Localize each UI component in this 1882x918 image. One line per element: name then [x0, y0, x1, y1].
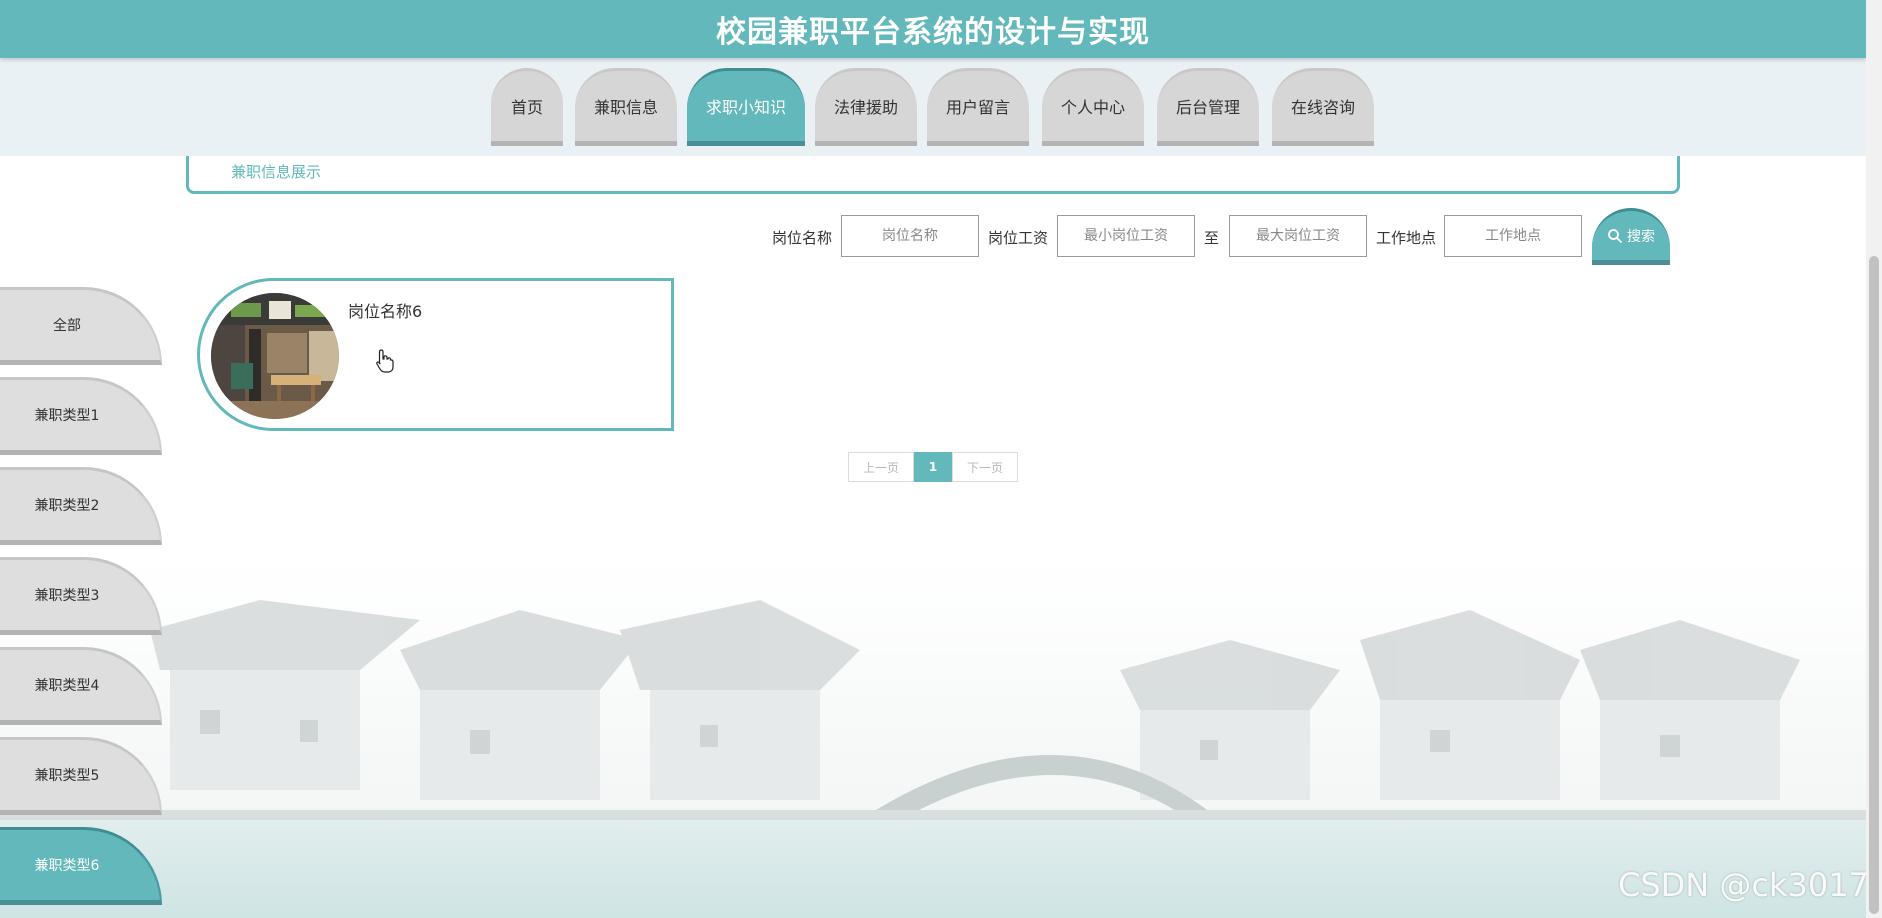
nav-tab-home[interactable]: 首页: [491, 68, 563, 146]
max-salary-input[interactable]: [1229, 215, 1367, 257]
job-title: 岗位名称6: [348, 302, 423, 321]
scrollbar-thumb[interactable]: [1869, 256, 1879, 914]
nav-tab-online-consult[interactable]: 在线咨询: [1272, 68, 1374, 146]
min-salary-input[interactable]: [1057, 215, 1195, 257]
nav-tab-admin[interactable]: 后台管理: [1157, 68, 1259, 146]
salary-range-separator: 至: [1204, 229, 1220, 247]
main-nav: 首页 兼职信息 求职小知识 法律援助 用户留言 个人中心 后台管理 在线咨询: [0, 58, 1866, 156]
page-1-button[interactable]: 1: [914, 452, 952, 482]
breadcrumb: 兼职信息展示: [231, 163, 322, 181]
background-scenery: [0, 560, 1866, 918]
category-type-1[interactable]: 兼职类型1: [0, 377, 162, 455]
location-input[interactable]: [1444, 215, 1582, 257]
job-name-label: 岗位名称: [772, 229, 833, 247]
scrollbar[interactable]: [1866, 0, 1882, 918]
job-thumbnail: [211, 293, 339, 419]
next-page-button[interactable]: 下一页: [952, 452, 1018, 482]
nav-tab-personal-center[interactable]: 个人中心: [1042, 68, 1144, 146]
search-button[interactable]: 搜索: [1592, 208, 1670, 265]
prev-page-button[interactable]: 上一页: [848, 452, 914, 482]
search-icon: [1608, 228, 1622, 243]
nav-tab-legal-aid[interactable]: 法律援助: [815, 68, 917, 146]
salary-label: 岗位工资: [988, 229, 1049, 247]
search-button-label: 搜索: [1627, 228, 1655, 245]
nav-tab-user-messages[interactable]: 用户留言: [927, 68, 1029, 146]
category-all[interactable]: 全部: [0, 287, 162, 365]
pagination: 上一页 1 下一页: [848, 452, 1018, 482]
breadcrumb-panel: 兼职信息展示: [186, 156, 1680, 194]
category-type-2[interactable]: 兼职类型2: [0, 467, 162, 545]
watermark: CSDN @ck3017: [1618, 866, 1869, 904]
nav-tab-job-tips[interactable]: 求职小知识: [687, 68, 805, 146]
nav-tab-part-time-info[interactable]: 兼职信息: [575, 68, 677, 146]
hand-cursor-icon: [376, 349, 394, 373]
site-title: 校园兼职平台系统的设计与实现: [716, 15, 1150, 50]
location-label: 工作地点: [1376, 229, 1437, 247]
job-name-input[interactable]: [841, 215, 979, 257]
site-header: 校园兼职平台系统的设计与实现: [0, 0, 1866, 58]
job-card[interactable]: 岗位名称6: [197, 278, 674, 431]
